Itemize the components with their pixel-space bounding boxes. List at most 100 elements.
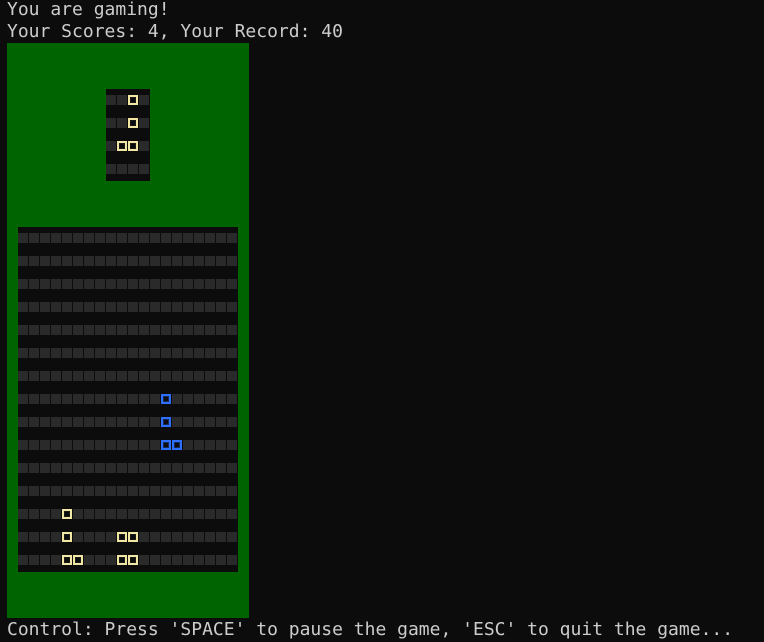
empty-cell bbox=[150, 279, 160, 289]
empty-cell bbox=[106, 118, 116, 128]
empty-cell bbox=[117, 348, 127, 358]
empty-cell bbox=[95, 279, 105, 289]
empty-cell bbox=[205, 532, 215, 542]
empty-cell bbox=[18, 256, 28, 266]
empty-cell bbox=[84, 486, 94, 496]
empty-cell bbox=[62, 371, 72, 381]
empty-cell bbox=[29, 302, 39, 312]
empty-cell bbox=[18, 394, 28, 404]
empty-cell bbox=[205, 302, 215, 312]
empty-cell bbox=[62, 486, 72, 496]
empty-cell bbox=[216, 233, 226, 243]
empty-cell bbox=[62, 394, 72, 404]
empty-cell bbox=[40, 233, 50, 243]
empty-cell bbox=[194, 463, 204, 473]
empty-cell bbox=[194, 348, 204, 358]
empty-cell bbox=[183, 302, 193, 312]
empty-cell bbox=[205, 325, 215, 335]
empty-cell bbox=[51, 394, 61, 404]
empty-cell bbox=[161, 302, 171, 312]
empty-cell bbox=[128, 394, 138, 404]
empty-cell bbox=[73, 325, 83, 335]
empty-cell bbox=[18, 302, 28, 312]
empty-cell bbox=[194, 417, 204, 427]
empty-cell bbox=[29, 440, 39, 450]
empty-cell bbox=[18, 279, 28, 289]
empty-cell bbox=[216, 440, 226, 450]
empty-cell bbox=[40, 256, 50, 266]
empty-cell bbox=[205, 555, 215, 565]
empty-cell bbox=[62, 233, 72, 243]
empty-cell bbox=[51, 440, 61, 450]
empty-cell bbox=[84, 371, 94, 381]
settled-block bbox=[128, 118, 138, 128]
empty-cell bbox=[150, 463, 160, 473]
game-board bbox=[18, 227, 238, 572]
empty-cell bbox=[95, 532, 105, 542]
empty-cell bbox=[106, 256, 116, 266]
empty-cell bbox=[150, 371, 160, 381]
empty-cell bbox=[128, 325, 138, 335]
empty-cell bbox=[205, 348, 215, 358]
empty-cell bbox=[172, 279, 182, 289]
empty-cell bbox=[172, 302, 182, 312]
score-display: Your Scores: 4, Your Record: 40 bbox=[7, 21, 343, 42]
empty-cell bbox=[150, 325, 160, 335]
empty-cell bbox=[95, 256, 105, 266]
empty-cell bbox=[117, 394, 127, 404]
empty-cell bbox=[139, 532, 149, 542]
empty-cell bbox=[128, 348, 138, 358]
empty-cell bbox=[29, 509, 39, 519]
empty-cell bbox=[161, 486, 171, 496]
empty-cell bbox=[128, 440, 138, 450]
empty-cell bbox=[205, 463, 215, 473]
empty-cell bbox=[117, 279, 127, 289]
empty-cell bbox=[95, 417, 105, 427]
empty-cell bbox=[29, 371, 39, 381]
empty-cell bbox=[128, 486, 138, 496]
empty-cell bbox=[183, 555, 193, 565]
empty-cell bbox=[150, 348, 160, 358]
empty-cell bbox=[95, 555, 105, 565]
empty-cell bbox=[106, 95, 116, 105]
empty-cell bbox=[183, 486, 193, 496]
empty-cell bbox=[106, 279, 116, 289]
empty-cell bbox=[216, 302, 226, 312]
empty-cell bbox=[139, 302, 149, 312]
empty-cell bbox=[161, 325, 171, 335]
empty-cell bbox=[106, 532, 116, 542]
empty-cell bbox=[84, 348, 94, 358]
empty-cell bbox=[40, 532, 50, 542]
empty-cell bbox=[227, 532, 237, 542]
empty-cell bbox=[172, 417, 182, 427]
falling-block bbox=[161, 440, 171, 450]
empty-cell bbox=[51, 509, 61, 519]
empty-cell bbox=[150, 417, 160, 427]
empty-cell bbox=[51, 486, 61, 496]
empty-cell bbox=[128, 164, 138, 174]
empty-cell bbox=[95, 371, 105, 381]
empty-cell bbox=[205, 440, 215, 450]
empty-cell bbox=[205, 371, 215, 381]
empty-cell bbox=[84, 417, 94, 427]
empty-cell bbox=[29, 348, 39, 358]
empty-cell bbox=[95, 509, 105, 519]
empty-cell bbox=[172, 348, 182, 358]
empty-cell bbox=[227, 233, 237, 243]
empty-cell bbox=[18, 325, 28, 335]
empty-cell bbox=[95, 325, 105, 335]
empty-cell bbox=[194, 394, 204, 404]
empty-cell bbox=[150, 532, 160, 542]
empty-cell bbox=[183, 417, 193, 427]
empty-cell bbox=[216, 509, 226, 519]
empty-cell bbox=[150, 509, 160, 519]
empty-cell bbox=[161, 256, 171, 266]
empty-cell bbox=[73, 302, 83, 312]
empty-cell bbox=[84, 233, 94, 243]
empty-cell bbox=[51, 348, 61, 358]
game-screen: You are gaming! Your Scores: 4, Your Rec… bbox=[0, 0, 764, 642]
empty-cell bbox=[216, 394, 226, 404]
empty-cell bbox=[62, 279, 72, 289]
empty-cell bbox=[73, 233, 83, 243]
empty-cell bbox=[40, 325, 50, 335]
